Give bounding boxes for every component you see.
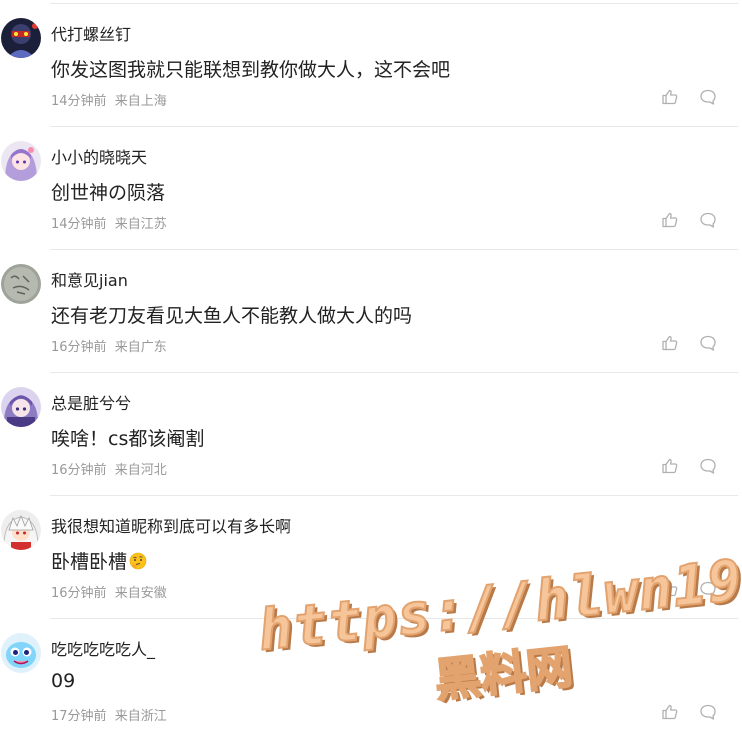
comment-divider [50, 495, 738, 496]
avatar[interactable] [1, 264, 41, 304]
comment-bubble-icon[interactable] [699, 703, 717, 721]
comment-location: 来自安徽 [114, 586, 167, 601]
comment-location: 来自江苏 [114, 217, 167, 232]
comment-meta: 14分钟前 来自上海 [51, 90, 167, 109]
comment-bubble-icon[interactable] [699, 211, 717, 229]
comment-location: 来自上海 [114, 94, 167, 109]
comment-text: 还有老刀友看见大鱼人不能教人做大人的吗 [51, 305, 413, 327]
comment-time: 16分钟前 [51, 586, 107, 601]
comment-username[interactable]: 代打螺丝钉 [51, 21, 131, 45]
comment-item: 总是脏兮兮 唉啥！cs都该阉割 16分钟前 来自河北 [0, 369, 742, 492]
comment-content: 创世神の陨落 [51, 178, 165, 205]
comment-meta: 16分钟前 来自河北 [51, 459, 167, 478]
comment-username[interactable]: 总是脏兮兮 [51, 390, 131, 414]
comment-content: 09 [51, 670, 75, 692]
comment-list: 代打螺丝钉 你发这图我就只能联想到教你做大人，这不会吧 14分钟前 来自上海 小… [0, 0, 742, 738]
comment-bubble-icon[interactable] [699, 580, 717, 598]
comment-location: 来自广东 [114, 340, 167, 355]
comment-text: 卧槽卧槽 [51, 551, 128, 573]
avatar[interactable] [1, 510, 41, 550]
comment-content: 唉啥！cs都该阉割 [51, 424, 204, 451]
comment-time: 14分钟前 [51, 217, 107, 232]
comment-content: 还有老刀友看见大鱼人不能教人做大人的吗 [51, 301, 412, 328]
thumbs-up-icon[interactable] [661, 211, 679, 229]
thinking-face-emoji-icon [129, 552, 147, 570]
comment-bubble-icon[interactable] [699, 88, 717, 106]
comment-item: 和意见jian 还有老刀友看见大鱼人不能教人做大人的吗 16分钟前 来自广东 [0, 246, 742, 369]
thumbs-up-icon[interactable] [661, 88, 679, 106]
comment-item: 我很想知道昵称到底可以有多长啊 卧槽卧槽 16分钟前 来自安徽 [0, 492, 742, 615]
comment-content: 卧槽卧槽 [51, 547, 147, 574]
comment-text: 你发这图我就只能联想到教你做大人，这不会吧 [51, 59, 451, 81]
comment-divider [50, 3, 738, 4]
comment-meta: 16分钟前 来自安徽 [51, 582, 167, 601]
comment-username[interactable]: 吃吃吃吃吃人_ [51, 636, 155, 660]
avatar[interactable] [1, 18, 41, 58]
thumbs-up-icon[interactable] [661, 580, 679, 598]
comment-bubble-icon[interactable] [699, 334, 717, 352]
comment-text: 创世神の陨落 [51, 182, 166, 204]
comment-item: 小小的晓晓天 创世神の陨落 14分钟前 来自江苏 [0, 123, 742, 246]
avatar[interactable] [1, 141, 41, 181]
comment-text: 唉啥！cs都该阉割 [51, 428, 205, 450]
comment-username[interactable]: 小小的晓晓天 [51, 144, 147, 168]
comment-location: 来自河北 [114, 463, 167, 478]
comment-location: 来自浙江 [114, 709, 167, 724]
comment-item: 代打螺丝钉 你发这图我就只能联想到教你做大人，这不会吧 14分钟前 来自上海 [0, 0, 742, 123]
comment-divider [50, 249, 738, 250]
thumbs-up-icon[interactable] [661, 457, 679, 475]
comment-time: 14分钟前 [51, 94, 107, 109]
comment-meta: 16分钟前 来自广东 [51, 336, 167, 355]
comment-time: 17分钟前 [51, 709, 107, 724]
comment-text: 09 [51, 670, 76, 692]
comment-divider [50, 126, 738, 127]
thumbs-up-icon[interactable] [661, 334, 679, 352]
comment-divider [50, 618, 738, 619]
avatar[interactable] [1, 387, 41, 427]
comment-time: 16分钟前 [51, 463, 107, 478]
comment-divider [50, 372, 738, 373]
thumbs-up-icon[interactable] [661, 703, 679, 721]
comment-username[interactable]: 和意见jian [51, 267, 128, 291]
comment-meta: 14分钟前 来自江苏 [51, 213, 167, 232]
comment-content: 你发这图我就只能联想到教你做大人，这不会吧 [51, 55, 450, 82]
comment-meta: 17分钟前 来自浙江 [51, 705, 167, 724]
comment-username[interactable]: 我很想知道昵称到底可以有多长啊 [51, 513, 291, 537]
comment-item: 吃吃吃吃吃人_ 09 17分钟前 来自浙江 [0, 615, 742, 738]
avatar[interactable] [1, 633, 41, 673]
comment-time: 16分钟前 [51, 340, 107, 355]
comment-bubble-icon[interactable] [699, 457, 717, 475]
